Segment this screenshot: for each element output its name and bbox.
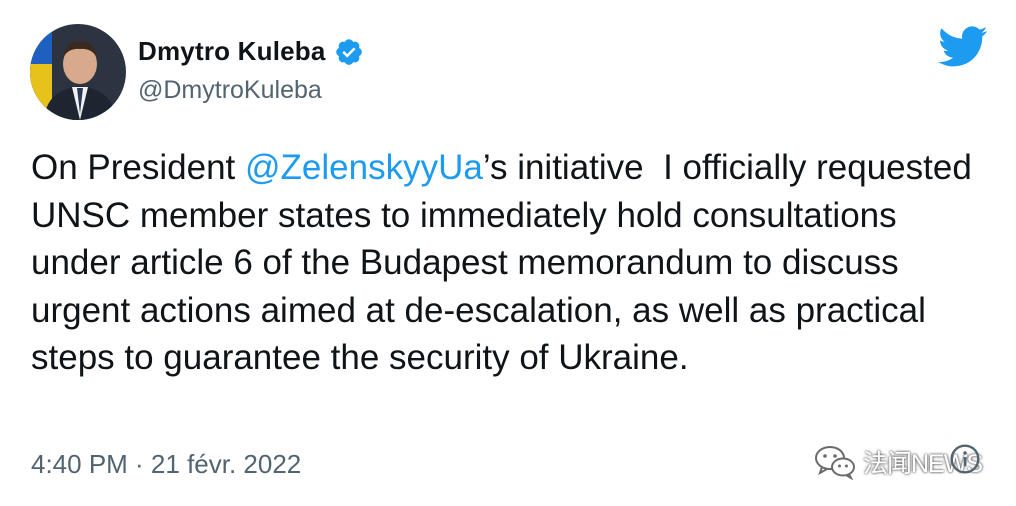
twitter-bird-icon[interactable] [938,26,988,68]
author-handle[interactable]: @DmytroKuleba [138,76,322,105]
tweet-card: Dmytro Kuleba @DmytroKuleba On President… [0,0,1016,506]
info-icon[interactable] [949,443,981,475]
wechat-icon [815,446,855,480]
avatar[interactable] [30,24,126,120]
mention-link[interactable]: @ZelenskyyUa [245,148,483,187]
tweet-timestamp[interactable]: 4:40 PM · 21 févr. 2022 [31,449,301,480]
author-display-name[interactable]: Dmytro Kuleba [138,36,326,67]
tweet-text: On President @ZelenskyyUa’s initiative I… [31,144,986,382]
author-name-row: Dmytro Kuleba [138,36,364,67]
tweet-text-before: On President [31,148,245,187]
verified-badge-icon [335,38,362,65]
